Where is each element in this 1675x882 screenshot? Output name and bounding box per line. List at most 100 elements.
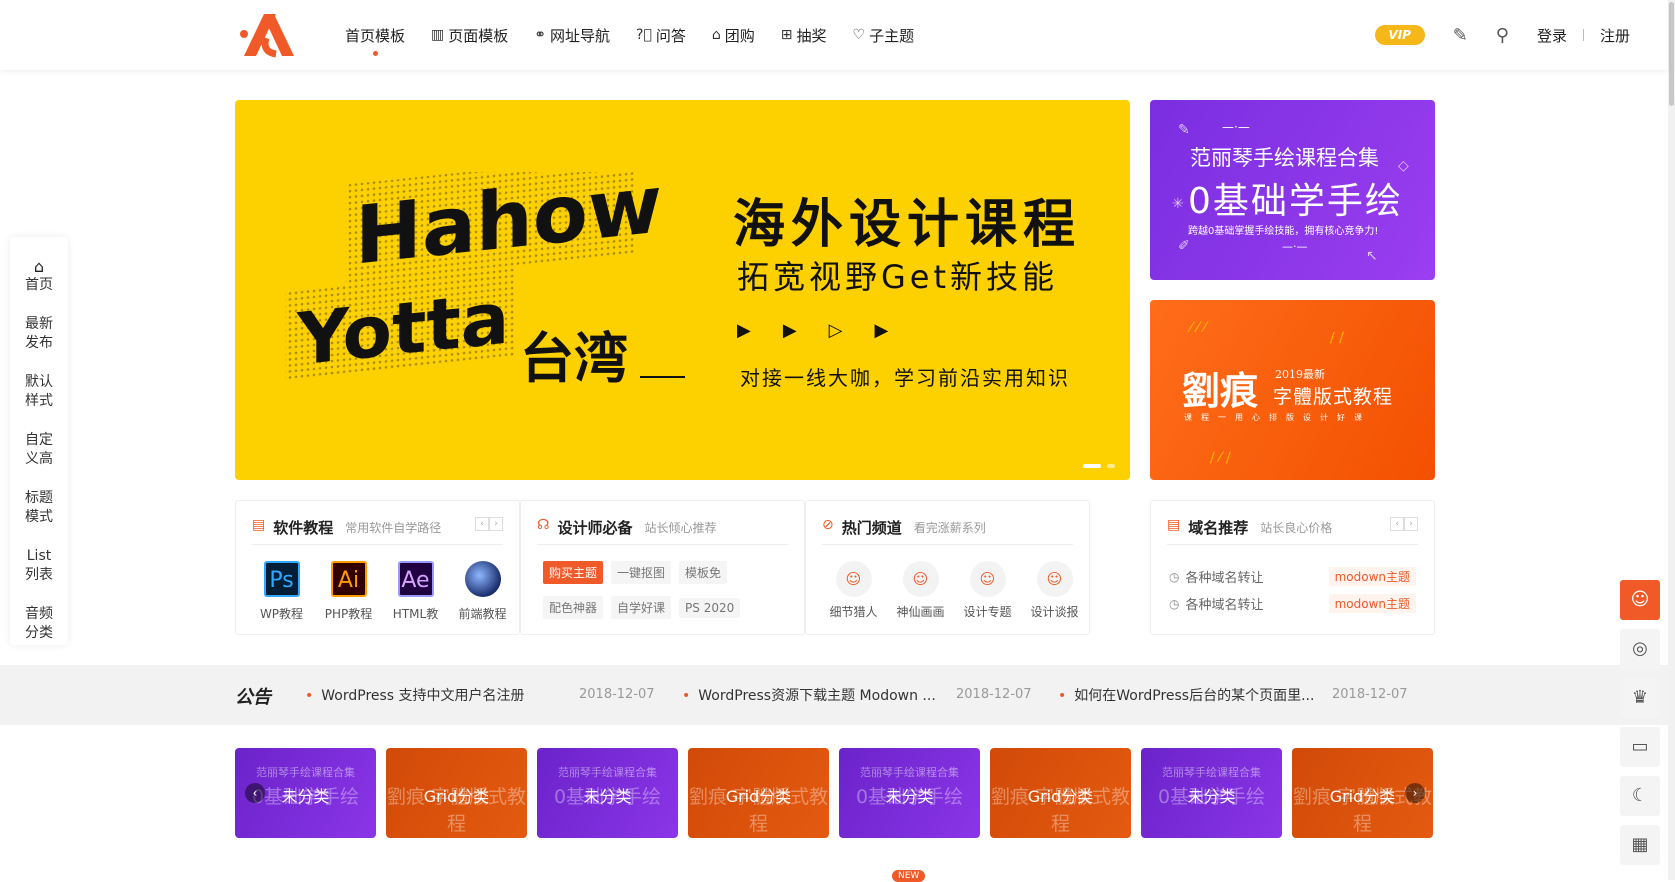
category-card[interactable]: 范丽琴手绘课程合集 0基础学手绘 未分类 <box>537 748 678 838</box>
tag-list: 购买主题 一键抠图 模板免 配色神器 自学好课 PS 2020 <box>543 561 793 631</box>
tag-item[interactable]: 一键抠图 <box>611 561 672 584</box>
next-icon[interactable]: › <box>1404 517 1418 531</box>
box-title: 设计师必备 <box>557 519 633 537</box>
category-card[interactable]: 劉痕 字體版式教程 Grid分类 <box>386 748 527 838</box>
page-scrollbar[interactable] <box>1668 0 1675 880</box>
box-header: ▤ 软件教程 常用软件自学路径 ‹ › <box>252 517 503 545</box>
category-card[interactable]: 范丽琴手绘课程合集 0基础学手绘 未分类 <box>1141 748 1282 838</box>
software-list: PsWP教程 AiPHP教程 AeHTML教 C4D前端教程 <box>248 561 516 622</box>
domain-row[interactable]: ◷ 各种域名转让 modown主题 <box>1169 590 1416 617</box>
book-icon: ▥ <box>431 27 445 43</box>
notice-item[interactable]: • WordPress资源下载主题 Modown ... <box>682 685 936 705</box>
notice-item[interactable]: • WordPress 支持中文用户名注册 <box>305 685 525 705</box>
scrollbar-thumb[interactable] <box>1669 2 1674 106</box>
domain-row[interactable]: ◷ 各种域名转让 modown主题 <box>1169 563 1416 590</box>
box-subtitle: 常用软件自学路径 <box>345 521 442 535</box>
notice-date: 2018-12-07 <box>579 687 655 702</box>
site-header: 首页模板 ▥ 页面模板 ⚭ 网址导航 ?⃝ 问答 ⌂ 团购 ⊞ 抽奖 ♡ 子主题 VIP ✎… <box>0 0 1668 70</box>
prev-icon[interactable]: ‹ <box>1390 517 1404 531</box>
banner-title: 海外设计课程 <box>733 195 1082 255</box>
notice-date: 2018-12-07 <box>956 687 1032 702</box>
notice-item[interactable]: • 如何在WordPress后台的某个页面里... <box>1058 685 1314 705</box>
category-label: 未分类 <box>885 787 934 806</box>
category-card[interactable]: 劉痕 字體版式教程 Grid分类 <box>990 748 1131 838</box>
cinema4d-icon: C4D <box>464 561 501 597</box>
register-link[interactable]: 注册 <box>1600 25 1630 46</box>
channel-item[interactable]: ☺ 设计谈报 <box>1021 561 1088 620</box>
channel-item[interactable]: ☺ 细节猎人 <box>820 561 887 620</box>
nav-item-qa[interactable]: ?⃝ 问答 <box>636 0 686 70</box>
home-icon: ⌂ <box>33 257 45 276</box>
next-icon[interactable]: › <box>489 517 503 531</box>
customer-service-icon[interactable]: ☺ <box>1620 580 1660 620</box>
header-actions: VIP ✎ ⚲ 登录 注册 <box>1374 0 1668 70</box>
nav-item-groupbuy[interactable]: ⌂ 团购 <box>712 0 755 70</box>
side-nav-home[interactable]: ⌂ 首页 <box>10 247 68 305</box>
tag-item[interactable]: 配色神器 <box>543 596 604 619</box>
carousel-prev-icon[interactable]: ‹ <box>245 783 265 803</box>
side-nav-custom-height[interactable]: 自定 义高 <box>10 421 68 479</box>
crown-icon[interactable]: ♛ <box>1620 678 1660 718</box>
calendar-icon[interactable]: ▭ <box>1620 727 1660 767</box>
side-nav-latest[interactable]: 最新 发布 <box>10 305 68 363</box>
prev-icon[interactable]: ‹ <box>475 517 489 531</box>
face-icon: ☺ <box>902 561 939 597</box>
site-logo[interactable] <box>236 8 302 62</box>
app-item-c4d[interactable]: C4D前端教程 <box>449 561 516 622</box>
category-label: Grid分类 <box>423 787 490 806</box>
domain-tag[interactable]: modown主题 <box>1328 594 1416 613</box>
app-item-ps[interactable]: Ps WP教程 <box>248 561 315 622</box>
promo-dash: —·— <box>1222 120 1250 134</box>
tag-item[interactable]: 模板免 <box>679 561 728 584</box>
app-item-ai[interactable]: Ai PHP教程 <box>315 561 382 622</box>
channel-item[interactable]: ☺ 神仙画画 <box>887 561 954 620</box>
nav-item-site-nav[interactable]: ⚭ 网址导航 <box>534 0 610 70</box>
vip-badge[interactable]: VIP <box>1374 25 1425 45</box>
wechat-icon[interactable]: ◎ <box>1620 629 1660 669</box>
hero-banner[interactable]: Hahow Yotta 台湾 海外设计课程 拓宽视野Get新技能 ▶▶▷▶ 对接… <box>235 100 1130 480</box>
nav-item-page-templates[interactable]: ▥ 页面模板 <box>431 0 508 70</box>
box-subtitle: 站长倾心推荐 <box>644 521 717 535</box>
tag-item[interactable]: PS 2020 <box>679 598 741 618</box>
login-link[interactable]: 登录 <box>1537 25 1567 46</box>
after-effects-icon: Ae <box>397 561 434 597</box>
carousel-next-icon[interactable]: › <box>1405 783 1425 803</box>
night-mode-icon[interactable]: ☾ <box>1620 776 1660 816</box>
side-nav-audio[interactable]: 音频 分类 <box>10 595 68 653</box>
channel-item[interactable]: ☺ 设计专题 <box>954 561 1021 620</box>
category-label: Grid分类 <box>1027 787 1094 806</box>
promo-card-handdraw[interactable]: ✎ ◇ ✳ ✐ ↖ —·— 范丽琴手绘课程合集 0基础学手绘 跨越0基础掌握手绘… <box>1150 100 1435 280</box>
search-icon[interactable]: ⚲ <box>1496 25 1509 46</box>
edit-icon[interactable]: ✎ <box>1453 25 1468 46</box>
carousel-dot[interactable] <box>1107 464 1115 468</box>
domain-recommend-box: ▤ 域名推荐 站长良心价格 ‹ › ◷ 各种域名转让 modown主题 ◷ 各种域名转让… <box>1150 500 1435 635</box>
main-nav: 首页模板 ▥ 页面模板 ⚭ 网址导航 ?⃝ 问答 ⌂ 团购 ⊞ 抽奖 ♡ 子主题 <box>345 0 940 70</box>
nav-item-home-templates[interactable]: 首页模板 <box>345 0 405 70</box>
app-item-ae[interactable]: Ae HTML教 <box>382 561 449 622</box>
pencil-icon: ✎ <box>1178 122 1190 138</box>
carousel-dot-active[interactable] <box>1083 464 1101 468</box>
qrcode-icon[interactable]: ▦ <box>1620 825 1660 865</box>
tag-item[interactable]: 自学好课 <box>611 596 672 619</box>
question-icon: ?⃝ <box>636 27 652 43</box>
photoshop-icon: Ps <box>263 561 300 597</box>
promo-card-typography[interactable]: ⁄ ⁄ ⁄ ∕ ∕ ∕ ⁄ ∕ 劉痕 2019最新 字體版式教程 课程一用心排版… <box>1150 300 1435 480</box>
banner-subtitle: 拓宽视野Get新技能 <box>737 258 1059 296</box>
face-icon: ☺ <box>1036 561 1073 597</box>
notice-date: 2018-12-07 <box>1332 687 1408 702</box>
carousel-dots <box>1083 464 1121 468</box>
side-nav-default-style[interactable]: 默认 样式 <box>10 363 68 421</box>
category-card[interactable]: 劉痕 字體版式教程 Grid分类 <box>688 748 829 838</box>
promo-brand: 劉痕 <box>1182 368 1259 413</box>
category-card[interactable]: 范丽琴手绘课程合集 0基础学手绘 未分类 <box>839 748 980 838</box>
side-nav-title-mode[interactable]: 标题 模式 <box>10 479 68 537</box>
domain-tag[interactable]: modown主题 <box>1328 567 1416 586</box>
divider <box>1582 29 1584 41</box>
tag-item[interactable]: 购买主题 <box>543 561 604 584</box>
category-carousel: 范丽琴手绘课程合集 0基础学手绘 未分类 劉痕 字體版式教程 Grid分类 范丽琴手绘… <box>235 748 1435 838</box>
side-nav-list[interactable]: List 列表 <box>10 537 68 595</box>
nav-item-lottery[interactable]: ⊞ 抽奖 <box>781 0 827 70</box>
confetti-icon: ⁄ ⁄ ⁄ <box>1190 320 1206 336</box>
illustrator-icon: Ai <box>330 561 367 597</box>
nav-item-child-theme[interactable]: ♡ 子主题 <box>853 0 915 70</box>
